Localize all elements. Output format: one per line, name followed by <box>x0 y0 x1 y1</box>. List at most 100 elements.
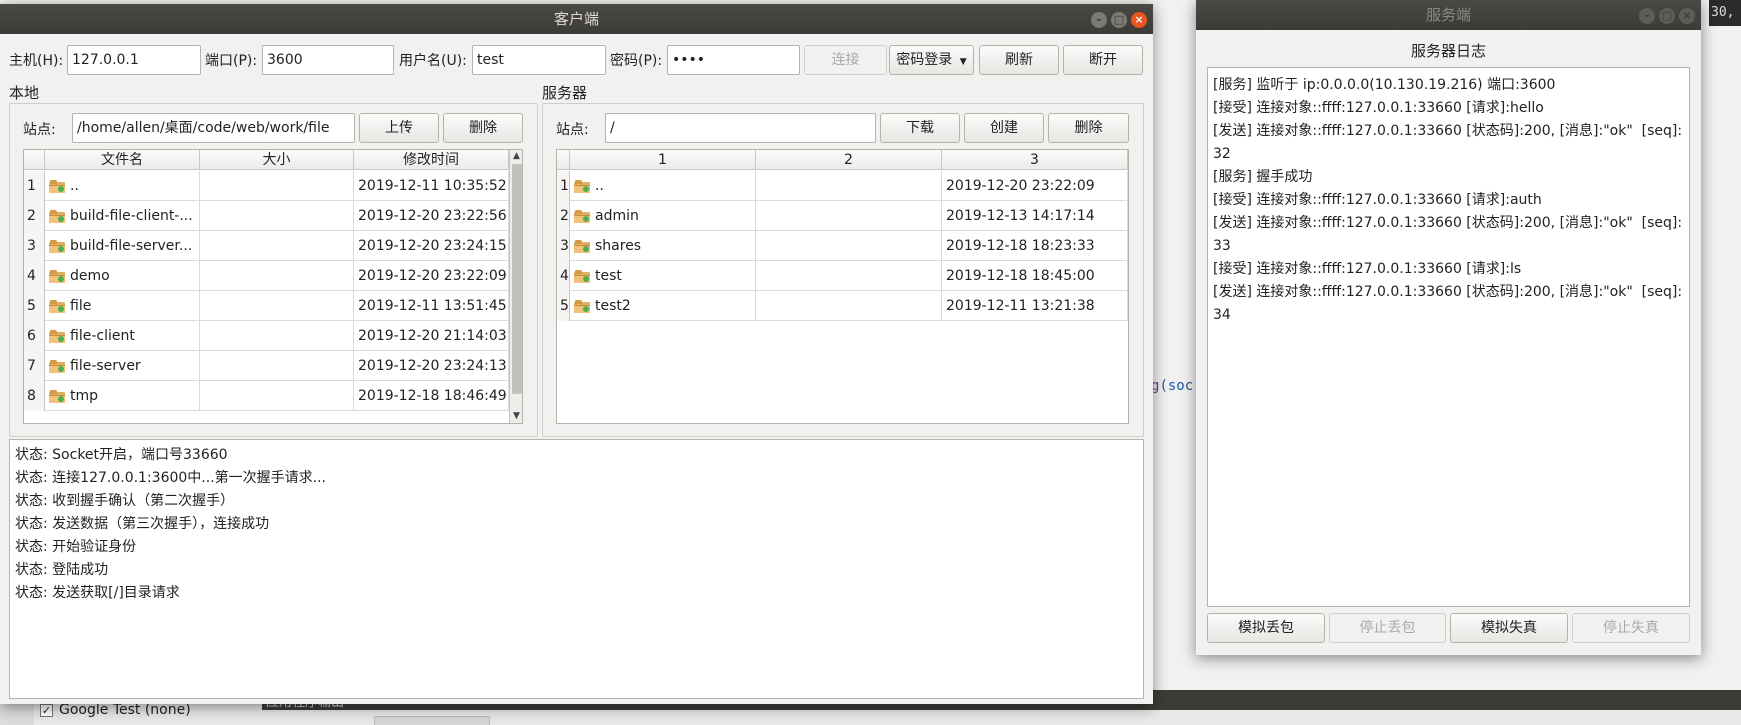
table-row[interactable]: 3 build-file-server... 2019-12-20 23:24:15 <box>24 231 509 261</box>
upload-button[interactable]: 上传 <box>359 113 439 143</box>
modified-time-cell: 2019-12-18 18:46:49 <box>354 381 509 411</box>
file-name-cell[interactable]: file-client <box>45 321 200 351</box>
scroll-thumb[interactable] <box>512 164 522 394</box>
google-test-option[interactable]: ✓ Google Test (none) <box>40 702 191 718</box>
modified-time-cell: 2019-12-20 21:14:03 <box>354 321 509 351</box>
file-size-cell <box>200 201 354 231</box>
username-input[interactable]: test <box>472 45 606 75</box>
scroll-up-icon[interactable]: ▲ <box>510 150 522 162</box>
file-name: test <box>595 268 622 284</box>
file-name-cell[interactable]: test <box>570 261 756 291</box>
file-name: file-client <box>70 328 135 344</box>
window-controls: – □ × <box>1639 8 1695 24</box>
file-name-cell[interactable]: build-file-server... <box>45 231 200 261</box>
server-delete-button[interactable]: 删除 <box>1048 113 1129 143</box>
status-log[interactable]: 状态: Socket开启，端口号33660 状态: 连接127.0.0.1:36… <box>9 439 1144 699</box>
checkbox-icon[interactable]: ✓ <box>40 703 53 717</box>
column-header-1[interactable]: 1 <box>570 150 756 170</box>
table-row[interactable]: 4 demo 2019-12-20 23:22:09 <box>24 261 509 291</box>
maximize-icon[interactable]: □ <box>1111 12 1127 28</box>
folder-icon <box>574 299 590 313</box>
refresh-button[interactable]: 刷新 <box>979 45 1059 75</box>
file-size-cell <box>756 291 942 321</box>
folder-icon <box>49 179 65 193</box>
server-log-title: 服务器日志 <box>1410 42 1486 60</box>
column-header-name[interactable]: 文件名 <box>45 150 200 170</box>
close-icon[interactable]: × <box>1131 12 1147 28</box>
column-header-2[interactable]: 2 <box>756 150 942 170</box>
local-table-scrollbar[interactable]: ▲ ▼ <box>509 150 522 423</box>
client-titlebar[interactable]: 客户端 – □ × <box>0 4 1153 34</box>
password-input[interactable]: •••• <box>667 45 800 75</box>
server-site-label: 站点: <box>556 122 589 138</box>
status-line: 状态: 发送获取[/]目录请求 <box>15 585 180 601</box>
file-size-cell <box>200 291 354 321</box>
server-window: 服务端 – □ × 服务器日志 [服务] 监听于 ip:0.0.0.0(10.1… <box>1196 0 1701 655</box>
file-name-cell[interactable]: build-file-client-... <box>45 201 200 231</box>
file-name-cell[interactable]: tmp <box>45 381 200 411</box>
column-header-3[interactable]: 3 <box>942 150 1128 170</box>
file-name-cell[interactable]: shares <box>570 231 756 261</box>
stop-distortion-button[interactable]: 停止失真 <box>1572 613 1690 643</box>
folder-icon <box>49 329 65 343</box>
folder-icon <box>49 239 65 253</box>
file-size-cell <box>200 381 354 411</box>
server-file-table[interactable]: 1 2 3 1.. 2019-12-20 23:22:09 2 admin 2019-1… <box>556 149 1129 424</box>
file-name-cell[interactable]: demo <box>45 261 200 291</box>
table-row[interactable]: 6 file-client 2019-12-20 21:14:03 <box>24 321 509 351</box>
file-name-cell[interactable]: file <box>45 291 200 321</box>
scroll-down-icon[interactable]: ▼ <box>510 410 522 422</box>
table-row[interactable]: 2 admin 2019-12-13 14:17:14 <box>557 201 1128 231</box>
local-file-table[interactable]: 文件名 大小 修改时间 1.. 2019-12-11 10:35:52 2 build… <box>23 149 523 424</box>
modified-time-cell: 2019-12-13 14:17:14 <box>942 201 1128 231</box>
google-test-label: Google Test (none) <box>59 702 191 718</box>
file-name-cell[interactable]: test2 <box>570 291 756 321</box>
log-line: [服务] 握手成功 <box>1213 169 1313 185</box>
minimize-icon[interactable]: – <box>1091 12 1107 28</box>
table-row[interactable]: 8 tmp 2019-12-18 18:46:49 <box>24 381 509 411</box>
login-mode-dropdown[interactable]: 密码登录 ▼ <box>889 45 974 75</box>
table-row[interactable]: 2 build-file-client-... 2019-12-20 23:22:5… <box>24 201 509 231</box>
file-name-cell[interactable]: .. <box>45 171 200 201</box>
column-header-size[interactable]: 大小 <box>200 150 354 170</box>
server-titlebar[interactable]: 服务端 – □ × <box>1196 0 1701 30</box>
server-log[interactable]: [服务] 监听于 ip:0.0.0.0(10.130.19.216) 端口:36… <box>1207 67 1690 607</box>
local-delete-button[interactable]: 删除 <box>443 113 523 143</box>
port-input[interactable]: 3600 <box>262 45 394 75</box>
modified-time-cell: 2019-12-20 23:24:15 <box>354 231 509 261</box>
status-line: 状态: 连接127.0.0.1:3600中...第一次握手请求... <box>15 470 327 486</box>
simulate-loss-button[interactable]: 模拟丢包 <box>1207 613 1325 643</box>
server-site-input[interactable]: / <box>605 113 876 143</box>
file-name-cell[interactable]: admin <box>570 201 756 231</box>
create-button[interactable]: 创建 <box>964 113 1044 143</box>
log-line: [发送] 连接对象::ffff:127.0.0.1:33660 [状态码]:20… <box>1213 123 1687 162</box>
table-row[interactable]: 1.. 2019-12-20 23:22:09 <box>557 171 1128 201</box>
file-size-cell <box>200 231 354 261</box>
host-input[interactable]: 127.0.0.1 <box>67 45 201 75</box>
connect-button[interactable]: 连接 <box>804 45 887 75</box>
file-name: tmp <box>70 388 99 404</box>
table-row[interactable]: 3 shares 2019-12-18 18:23:33 <box>557 231 1128 261</box>
disconnect-button[interactable]: 断开 <box>1063 45 1143 75</box>
local-site-input[interactable]: /home/allen/桌面/code/web/work/file <box>72 113 355 143</box>
column-header-modified[interactable]: 修改时间 <box>354 150 509 170</box>
table-row[interactable]: 5 file 2019-12-11 13:51:45 <box>24 291 509 321</box>
simulate-distortion-button[interactable]: 模拟失真 <box>1450 613 1568 643</box>
stop-loss-button[interactable]: 停止丢包 <box>1329 613 1446 643</box>
table-row[interactable]: 7 file-server 2019-12-20 23:24:13 <box>24 351 509 381</box>
table-row[interactable]: 4 test 2019-12-18 18:45:00 <box>557 261 1128 291</box>
file-name-cell[interactable]: .. <box>570 171 756 201</box>
table-row[interactable]: 5 test2 2019-12-11 13:21:38 <box>557 291 1128 321</box>
row-number: 4 <box>24 261 45 291</box>
row-number: 4 <box>557 261 570 291</box>
maximize-icon[interactable]: □ <box>1659 8 1675 24</box>
table-row[interactable]: 1.. 2019-12-11 10:35:52 <box>24 171 509 201</box>
ide-tab[interactable] <box>374 716 490 725</box>
file-name: .. <box>70 178 79 194</box>
minimize-icon[interactable]: – <box>1639 8 1655 24</box>
modified-time-cell: 2019-12-11 13:51:45 <box>354 291 509 321</box>
close-icon[interactable]: × <box>1679 8 1695 24</box>
file-size-cell <box>200 321 354 351</box>
download-button[interactable]: 下载 <box>880 113 960 143</box>
file-name-cell[interactable]: file-server <box>45 351 200 381</box>
